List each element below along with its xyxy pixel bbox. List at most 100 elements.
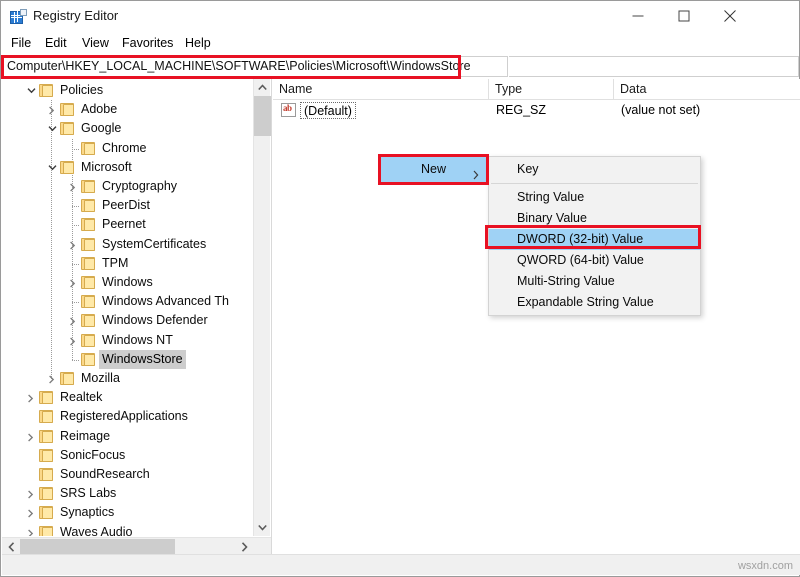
- maximize-icon[interactable]: [661, 1, 707, 31]
- submenu-item-label: Multi-String Value: [517, 274, 615, 288]
- menu-file[interactable]: File: [7, 34, 35, 52]
- folder-icon: [39, 84, 53, 97]
- tree-item-label: Windows Defender: [99, 311, 211, 330]
- chevron-right-icon[interactable]: [65, 331, 81, 350]
- registry-editor-window: Registry Editor File Edit View Favorites…: [0, 0, 800, 577]
- submenu-item[interactable]: Key: [489, 159, 700, 180]
- chevron-right-icon[interactable]: [23, 484, 39, 503]
- context-menu-parent: New: [381, 157, 486, 182]
- chevron-right-icon[interactable]: [23, 523, 39, 536]
- tree-scroll-thumb[interactable]: [254, 96, 271, 136]
- chevron-right-icon[interactable]: [23, 388, 39, 407]
- submenu-item[interactable]: Multi-String Value: [489, 271, 700, 292]
- registry-tree-pane[interactable]: PoliciesAdobeGoogleChromeMicrosoftCrypto…: [2, 79, 272, 557]
- tree-items-container: PoliciesAdobeGoogleChromeMicrosoftCrypto…: [2, 79, 254, 536]
- folder-icon: [39, 526, 53, 536]
- chevron-right-icon[interactable]: [23, 503, 39, 522]
- tree-item-label: Cryptography: [99, 177, 180, 196]
- submenu-item-label: DWORD (32-bit) Value: [517, 232, 643, 246]
- chevron-down-icon[interactable]: [44, 119, 60, 138]
- tree-connector: [23, 465, 39, 484]
- tree-vertical-scrollbar[interactable]: [253, 79, 270, 536]
- folder-icon: [39, 430, 53, 443]
- tree-item-label: Mozilla: [78, 369, 123, 388]
- menu-help[interactable]: Help: [181, 34, 215, 52]
- value-data-cell: (value not set): [621, 101, 700, 120]
- folder-icon: [81, 257, 95, 270]
- tree-guide-line: [51, 100, 53, 379]
- address-input[interactable]: Computer\HKEY_LOCAL_MACHINE\SOFTWARE\Pol…: [3, 56, 508, 77]
- submenu-item-label: QWORD (64-bit) Value: [517, 253, 644, 267]
- folder-icon: [39, 449, 53, 462]
- tree-item-label: WindowsStore: [99, 350, 186, 369]
- chevron-right-icon[interactable]: [65, 235, 81, 254]
- tree-connector: [65, 254, 81, 273]
- tree-item-label: SystemCertificates: [99, 235, 209, 254]
- tree-item-label: Windows NT: [99, 331, 176, 350]
- chevron-right-icon[interactable]: [65, 273, 81, 292]
- tree-item-label: Adobe: [78, 100, 120, 119]
- chevron-right-icon[interactable]: [23, 427, 39, 446]
- column-header-name[interactable]: Name: [273, 79, 489, 99]
- scroll-up-icon[interactable]: [254, 79, 271, 96]
- main-content: PoliciesAdobeGoogleChromeMicrosoftCrypto…: [2, 79, 800, 557]
- registry-values-pane[interactable]: Name Type Data ab (Default) REG_SZ (valu…: [273, 79, 800, 557]
- tree-item-label: Waves Audio: [57, 523, 136, 536]
- tree-item-label: SRS Labs: [57, 484, 119, 503]
- folder-icon: [81, 314, 95, 327]
- submenu-item-label: String Value: [517, 190, 584, 204]
- chevron-right-icon[interactable]: [65, 177, 81, 196]
- menu-favorites[interactable]: Favorites: [118, 34, 177, 52]
- chevron-right-icon: [473, 164, 479, 189]
- folder-icon: [39, 410, 53, 423]
- folder-icon: [39, 487, 53, 500]
- menu-edit[interactable]: Edit: [41, 34, 71, 52]
- tree-item-label: Chrome: [99, 139, 149, 158]
- folder-icon: [81, 276, 95, 289]
- tree-item-label: Synaptics: [57, 503, 117, 522]
- chevron-right-icon[interactable]: [44, 100, 60, 119]
- value-name-cell[interactable]: (Default): [300, 102, 356, 119]
- table-row[interactable]: ab (Default) REG_SZ (value not set): [273, 100, 800, 121]
- address-bar-filler: [509, 56, 799, 77]
- menu-bar: File Edit View Favorites Help: [1, 32, 799, 54]
- submenu-item[interactable]: Binary Value: [489, 208, 700, 229]
- tree-item-label: Microsoft: [78, 158, 135, 177]
- submenu-item[interactable]: String Value: [489, 187, 700, 208]
- menu-view[interactable]: View: [78, 34, 113, 52]
- tree-item-label: RegisteredApplications: [57, 407, 191, 426]
- folder-icon: [60, 161, 74, 174]
- tree-item-label: TPM: [99, 254, 131, 273]
- context-menu-item-new[interactable]: New: [381, 157, 486, 182]
- tree-connector: [23, 446, 39, 465]
- submenu-item[interactable]: DWORD (32-bit) Value: [489, 229, 700, 250]
- watermark: wsxdn.com: [738, 560, 793, 572]
- tree-item-label: Policies: [57, 81, 106, 100]
- chevron-right-icon[interactable]: [44, 369, 60, 388]
- context-menu-new-label: New: [421, 162, 446, 176]
- string-value-icon: ab: [281, 103, 296, 117]
- folder-icon: [81, 238, 95, 251]
- tree-connector: [65, 196, 81, 215]
- folder-icon: [81, 180, 95, 193]
- chevron-right-icon[interactable]: [65, 311, 81, 330]
- close-icon[interactable]: [707, 1, 753, 31]
- minimize-icon[interactable]: [615, 1, 661, 31]
- new-submenu: Key String Value Binary Value DWORD (32-bit…: [488, 156, 701, 316]
- submenu-item[interactable]: Expandable String Value: [489, 292, 700, 313]
- submenu-item-label: Key: [517, 162, 539, 176]
- folder-icon: [60, 372, 74, 385]
- list-column-header: Name Type Data: [273, 79, 800, 100]
- tree-item-label: Windows Advanced Th: [99, 292, 232, 311]
- tree-item-label: Realtek: [57, 388, 105, 407]
- column-header-data[interactable]: Data: [614, 79, 800, 99]
- chevron-down-icon[interactable]: [44, 158, 60, 177]
- address-bar-container: Computer\HKEY_LOCAL_MACHINE\SOFTWARE\Pol…: [1, 56, 800, 78]
- chevron-down-icon[interactable]: [23, 81, 39, 100]
- column-header-type[interactable]: Type: [489, 79, 614, 99]
- folder-icon: [39, 468, 53, 481]
- submenu-item[interactable]: QWORD (64-bit) Value: [489, 250, 700, 271]
- folder-icon: [81, 199, 95, 212]
- scroll-down-icon[interactable]: [254, 519, 271, 536]
- window-title: Registry Editor: [33, 8, 118, 23]
